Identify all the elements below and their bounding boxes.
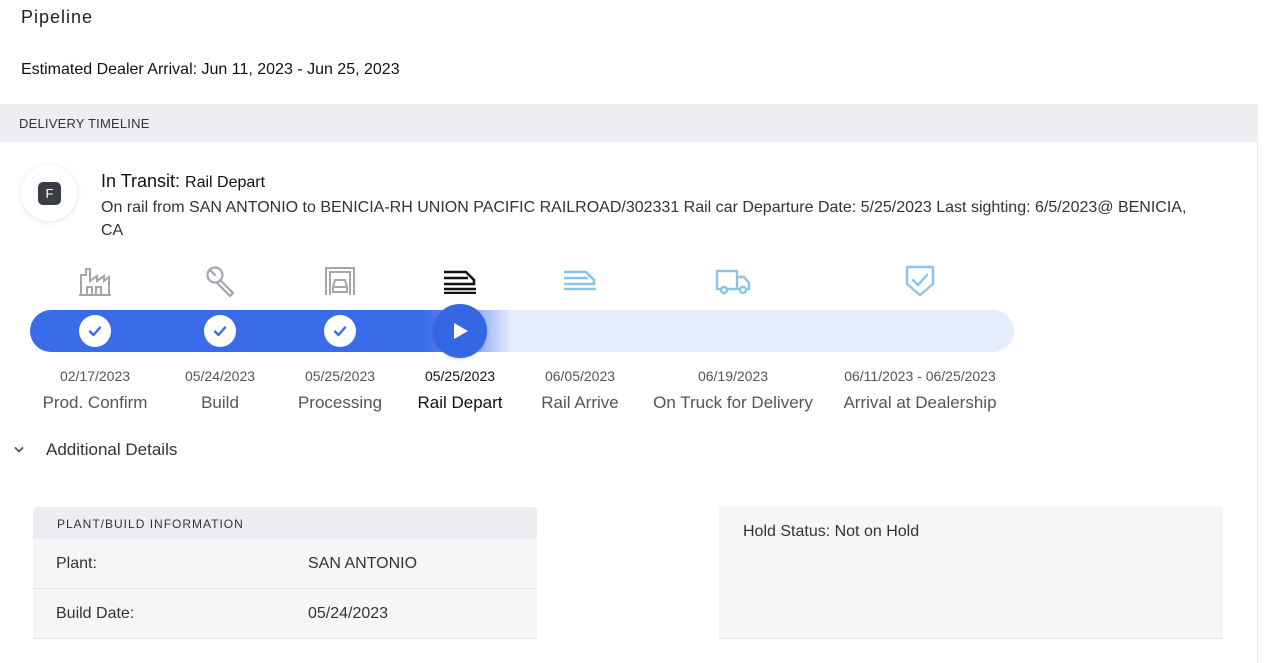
rail-depart-icon [440,262,480,300]
status-value: Rail Depart [185,174,266,191]
step-complete-check-icon [324,315,356,347]
step-label: On Truck for Delivery [653,393,813,412]
step-date: 06/19/2023 [697,368,769,384]
plant-build-header: PLANT/BUILD INFORMATION [33,507,537,539]
status-heading: In Transit: Rail Depart [101,171,265,192]
hold-status-text: Hold Status: Not on Hold [743,523,920,540]
car-processing-icon [320,262,360,300]
build-date-value: 05/24/2023 [308,605,389,622]
status-avatar-letter: F [38,182,61,205]
shield-check-icon [900,262,940,300]
rail-arrive-icon [560,262,600,300]
plant-row: Plant: SAN ANTONIO [33,539,537,589]
delivery-timeline-title: DELIVERY TIMELINE [19,116,150,131]
progress-track [30,310,1014,352]
current-step-play-icon [433,304,487,358]
status-avatar: F [21,165,77,221]
plant-build-card: PLANT/BUILD INFORMATION Plant: SAN ANTON… [33,507,537,639]
step-complete-check-icon [79,315,111,347]
step-date: 06/11/2023 - 06/25/2023 [844,368,996,384]
step-label: Arrival at Dealership [843,393,997,412]
plant-value: SAN ANTONIO [308,555,418,572]
estimated-arrival-text: Estimated Dealer Arrival: Jun 11, 2023 -… [21,61,400,78]
delivery-timeline-header: DELIVERY TIMELINE [0,104,1258,142]
chevron-down-icon [14,441,26,459]
build-date-row: Build Date: 05/24/2023 [33,589,537,639]
wrench-icon [200,262,240,300]
plant-key: Plant: [56,555,97,572]
truck-icon [713,262,753,300]
build-date-key: Build Date: [56,605,135,622]
panel-divider [1257,142,1258,663]
page-title: Pipeline [21,7,94,27]
step-complete-check-icon [204,315,236,347]
additional-details-toggle[interactable]: Additional Details [14,440,177,460]
status-label: In Transit: [101,171,181,191]
additional-details-label: Additional Details [46,440,178,459]
factory-icon [75,262,115,300]
hold-status-card: Hold Status: Not on Hold [719,507,1223,639]
status-description: On rail from SAN ANTONIO to BENICIA-RH U… [101,199,1187,239]
